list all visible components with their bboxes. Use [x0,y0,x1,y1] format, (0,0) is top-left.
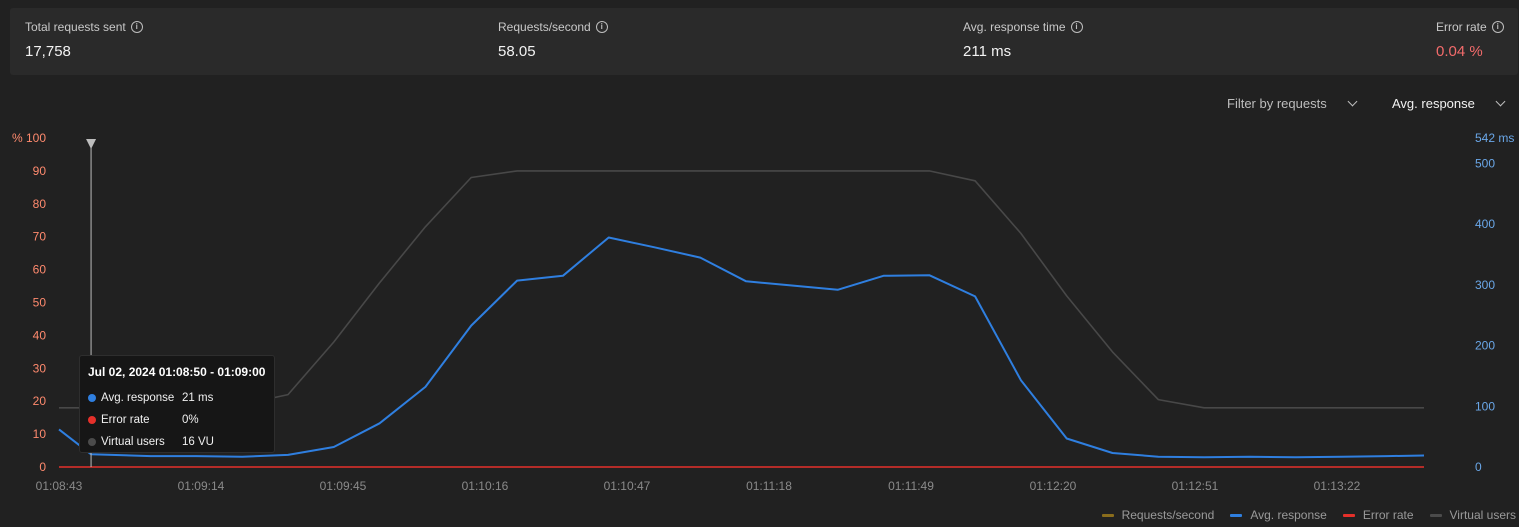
chart-legend: Requests/second Avg. response Error rate… [1101,508,1516,522]
tooltip-value: 0% [182,414,199,426]
tooltip-row-virtual-users: Virtual users 16 VU [88,431,266,453]
tooltip-title: Jul 02, 2024 01:08:50 - 01:09:00 [88,365,266,379]
tooltip-label: Virtual users [101,436,165,448]
legend-label: Virtual users [1449,508,1516,522]
chart-tooltip: Jul 02, 2024 01:08:50 - 01:09:00 Avg. re… [79,355,275,453]
tooltip-label: Error rate [101,414,150,426]
left-axis-tick-label: % 100 [12,131,46,145]
x-axis-tick-label: 01:13:22 [1314,479,1361,493]
left-axis-tick-label: 30 [33,361,47,375]
x-axis-tick-label: 01:12:51 [1172,479,1219,493]
x-axis-tick-label: 01:08:43 [36,479,83,493]
right-axis-tick-label: 400 [1475,217,1495,231]
series-dot [88,394,96,402]
right-axis-tick-label: 100 [1475,399,1495,413]
x-axis-tick-label: 01:10:16 [462,479,509,493]
legend-swatch [1101,513,1114,517]
left-axis-tick-label: 90 [33,164,47,178]
right-axis-tick-label: 300 [1475,278,1495,292]
x-axis-tick-label: 01:11:18 [746,479,792,493]
tooltip-label: Avg. response [101,392,175,404]
legend-swatch [1230,513,1243,517]
tooltip-value: 16 VU [182,436,214,448]
left-axis-tick-label: 0 [39,460,46,474]
right-axis-tick-label: 200 [1475,339,1495,353]
x-axis-tick-label: 01:11:49 [888,479,934,493]
left-axis-tick-label: 20 [33,394,47,408]
legend-item-error-rate[interactable]: Error rate [1342,508,1414,522]
legend-swatch [1342,513,1355,517]
legend-label: Requests/second [1121,508,1215,522]
legend-swatch [1429,513,1442,517]
tooltip-value: 21 ms [182,392,214,404]
series-dot [88,438,96,446]
legend-label: Avg. response [1250,508,1327,522]
series-dot [88,416,96,424]
tooltip-row-error-rate: Error rate 0% [88,409,266,431]
left-axis-tick-label: 60 [33,263,47,277]
legend-item-requests-second[interactable]: Requests/second [1101,508,1215,522]
left-axis-tick-label: 50 [33,296,47,310]
left-axis-tick-label: 80 [33,197,47,211]
legend-item-avg-response[interactable]: Avg. response [1230,508,1327,522]
left-axis-tick-label: 70 [33,230,47,244]
legend-item-virtual-users[interactable]: Virtual users [1429,508,1516,522]
right-axis-tick-label: 500 [1475,156,1495,170]
x-axis-tick-label: 01:09:14 [178,479,225,493]
left-axis-tick-label: 10 [33,427,47,441]
x-axis-tick-label: 01:12:20 [1030,479,1077,493]
x-axis-tick-label: 01:09:45 [320,479,367,493]
right-axis-tick-label: 0 [1475,460,1482,474]
right-axis-max-label: 542 ms [1475,131,1514,145]
left-axis-tick-label: 40 [33,328,47,342]
x-axis-tick-label: 01:10:47 [604,479,651,493]
cursor-handle-icon [86,139,97,149]
tooltip-row-avg-response: Avg. response 21 ms [88,387,266,409]
legend-label: Error rate [1362,508,1414,522]
